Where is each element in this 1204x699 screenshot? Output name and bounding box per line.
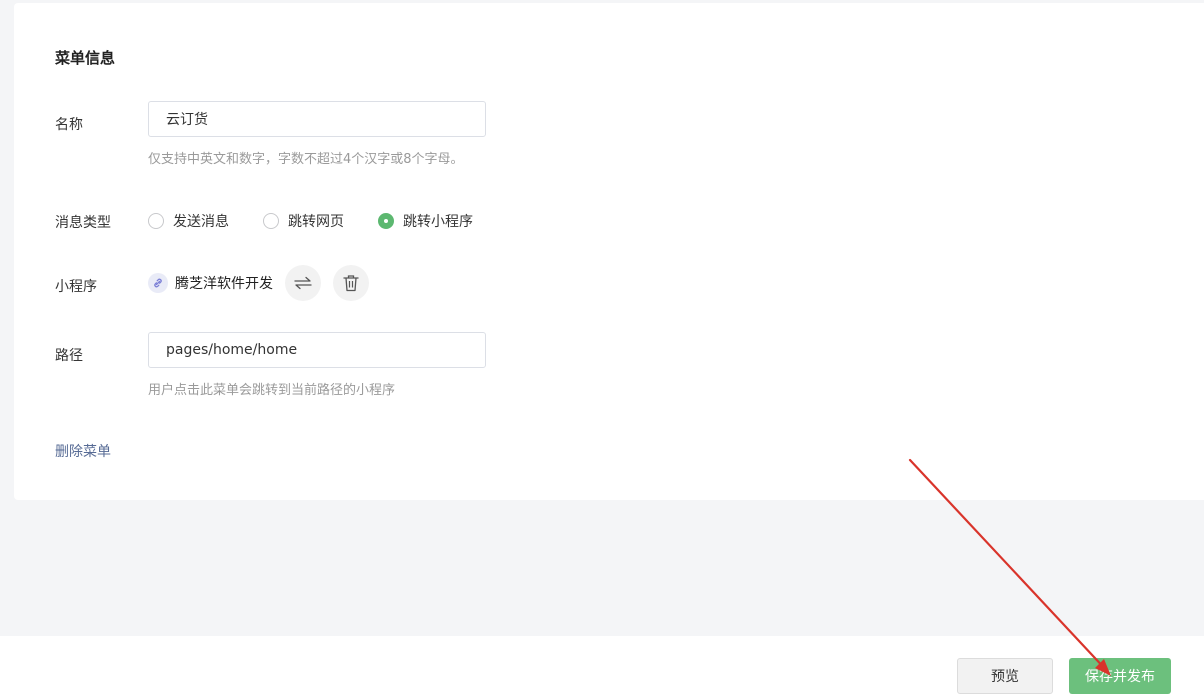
swap-icon[interactable]	[285, 265, 321, 301]
radio-send-message[interactable]: 发送消息	[148, 211, 229, 231]
radio-jump-webpage[interactable]: 跳转网页	[263, 211, 344, 231]
mini-program-row: 腾芝洋软件开发	[148, 265, 381, 301]
radio-label: 发送消息	[173, 214, 229, 230]
message-type-label: 消息类型	[55, 215, 111, 231]
radio-label: 跳转小程序	[403, 214, 473, 230]
delete-menu-link[interactable]: 删除菜单	[55, 441, 111, 461]
name-input[interactable]	[148, 101, 486, 137]
menu-info-card: 菜单信息 名称 仅支持中英文和数字，字数不超过4个汉字或8个字母。 消息类型 发…	[14, 3, 1204, 500]
radio-circle	[263, 213, 279, 229]
mini-program-label: 小程序	[55, 279, 97, 295]
radio-jump-mini-program[interactable]: 跳转小程序	[378, 211, 473, 231]
mini-program-name: 腾芝洋软件开发	[175, 276, 273, 292]
name-tip: 仅支持中英文和数字，字数不超过4个汉字或8个字母。	[148, 152, 464, 167]
radio-label: 跳转网页	[288, 214, 344, 230]
path-tip: 用户点击此菜单会跳转到当前路径的小程序	[148, 383, 396, 398]
name-label: 名称	[55, 117, 83, 133]
path-input[interactable]	[148, 332, 486, 368]
path-label: 路径	[55, 348, 83, 364]
radio-circle	[148, 213, 164, 229]
preview-button[interactable]: 预览	[957, 658, 1053, 694]
trash-icon[interactable]	[333, 265, 369, 301]
footer-bar: 预览 保存并发布	[0, 636, 1204, 699]
message-type-radio-group: 发送消息 跳转网页 跳转小程序	[148, 211, 507, 231]
link-icon	[148, 273, 168, 293]
save-publish-button[interactable]: 保存并发布	[1069, 658, 1171, 694]
radio-circle-checked	[378, 213, 394, 229]
section-title: 菜单信息	[55, 49, 116, 67]
